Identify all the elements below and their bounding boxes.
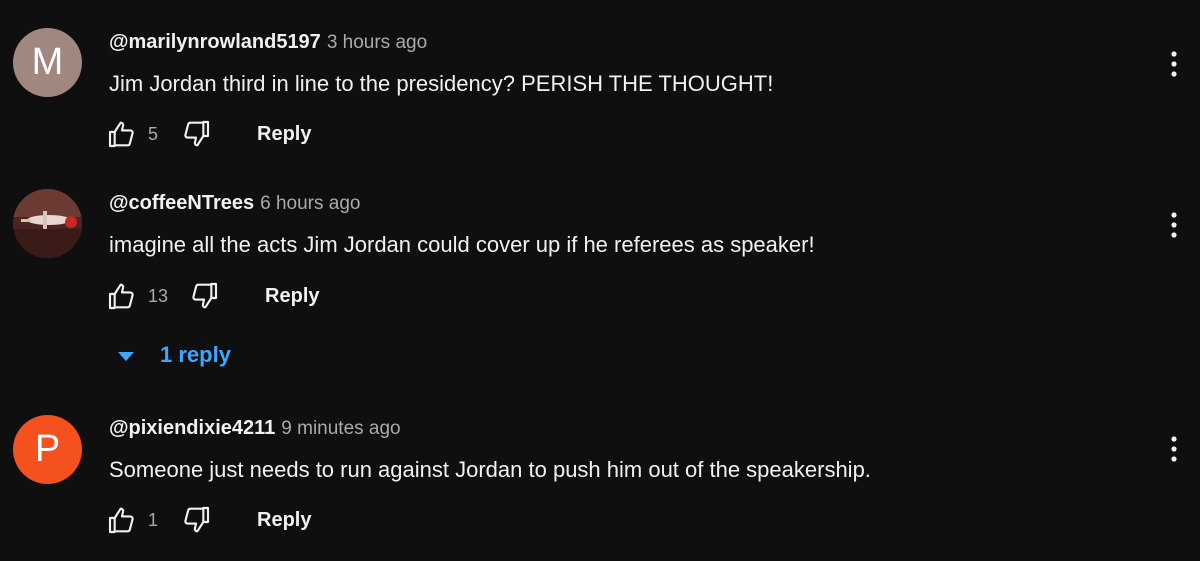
avatar-letter: P — [34, 428, 61, 470]
comment-author[interactable]: @marilynrowland5197 — [109, 31, 321, 53]
comment-thread: M @marilynrowland5197 3 hours ago Jim Jor… — [0, 0, 1200, 170]
avatar[interactable]: M — [13, 28, 82, 97]
thumb-down-icon — [184, 120, 210, 147]
comment-header: @coffeeNTrees 6 hours ago — [109, 192, 360, 215]
thumb-up-icon — [108, 121, 134, 148]
like-count: 1 — [148, 509, 159, 530]
thumb-up-icon — [108, 507, 134, 534]
comment-text: Jim Jordan third in line to the presiden… — [109, 71, 774, 96]
dislike-button[interactable] — [186, 278, 222, 314]
like-count: 5 — [148, 123, 159, 144]
more-actions-button[interactable] — [1160, 205, 1188, 245]
comment-time[interactable]: 6 hours ago — [260, 193, 360, 214]
comment-text: imagine all the acts Jim Jordan could co… — [109, 232, 815, 257]
comment-time[interactable]: 3 hours ago — [327, 32, 427, 53]
comment-author[interactable]: @coffeeNTrees — [109, 192, 254, 214]
more-actions-button[interactable] — [1160, 44, 1188, 84]
avatar[interactable]: P — [13, 415, 82, 484]
comment-author[interactable]: @pixiendixie4211 — [109, 417, 275, 439]
avatar-photo — [13, 189, 82, 258]
more-vert-icon — [1171, 212, 1177, 238]
thumb-up-icon — [108, 283, 134, 310]
reply-button[interactable]: Reply — [257, 509, 311, 532]
thumb-down-icon — [192, 282, 218, 309]
avatar[interactable] — [13, 189, 82, 258]
avatar-letter: M — [31, 41, 64, 83]
dislike-button[interactable] — [178, 502, 214, 538]
comment-actions: 1 Reply — [104, 500, 311, 540]
more-actions-button[interactable] — [1160, 429, 1188, 469]
more-vert-icon — [1171, 51, 1177, 77]
comment-header: @pixiendixie4211 9 minutes ago — [109, 417, 401, 440]
replies-count-label: 1 reply — [160, 342, 231, 367]
like-count: 13 — [148, 285, 169, 306]
dislike-button[interactable] — [178, 116, 214, 152]
comment-text: Someone just needs to run against Jordan… — [109, 457, 871, 482]
arrow-drop-down-icon — [118, 351, 134, 361]
like-button[interactable] — [104, 502, 140, 538]
comment-actions: 5 Reply — [104, 114, 311, 154]
like-button[interactable] — [104, 278, 140, 314]
comment-time[interactable]: 9 minutes ago — [281, 418, 400, 439]
reply-button[interactable]: Reply — [257, 123, 311, 146]
like-button[interactable] — [104, 116, 140, 152]
comment-actions: 13 Reply — [104, 276, 320, 316]
show-replies-button[interactable]: 1 reply — [118, 338, 231, 372]
thumb-down-icon — [184, 506, 210, 533]
more-vert-icon — [1171, 436, 1177, 462]
comment-header: @marilynrowland5197 3 hours ago — [109, 31, 427, 54]
reply-button[interactable]: Reply — [265, 285, 319, 308]
